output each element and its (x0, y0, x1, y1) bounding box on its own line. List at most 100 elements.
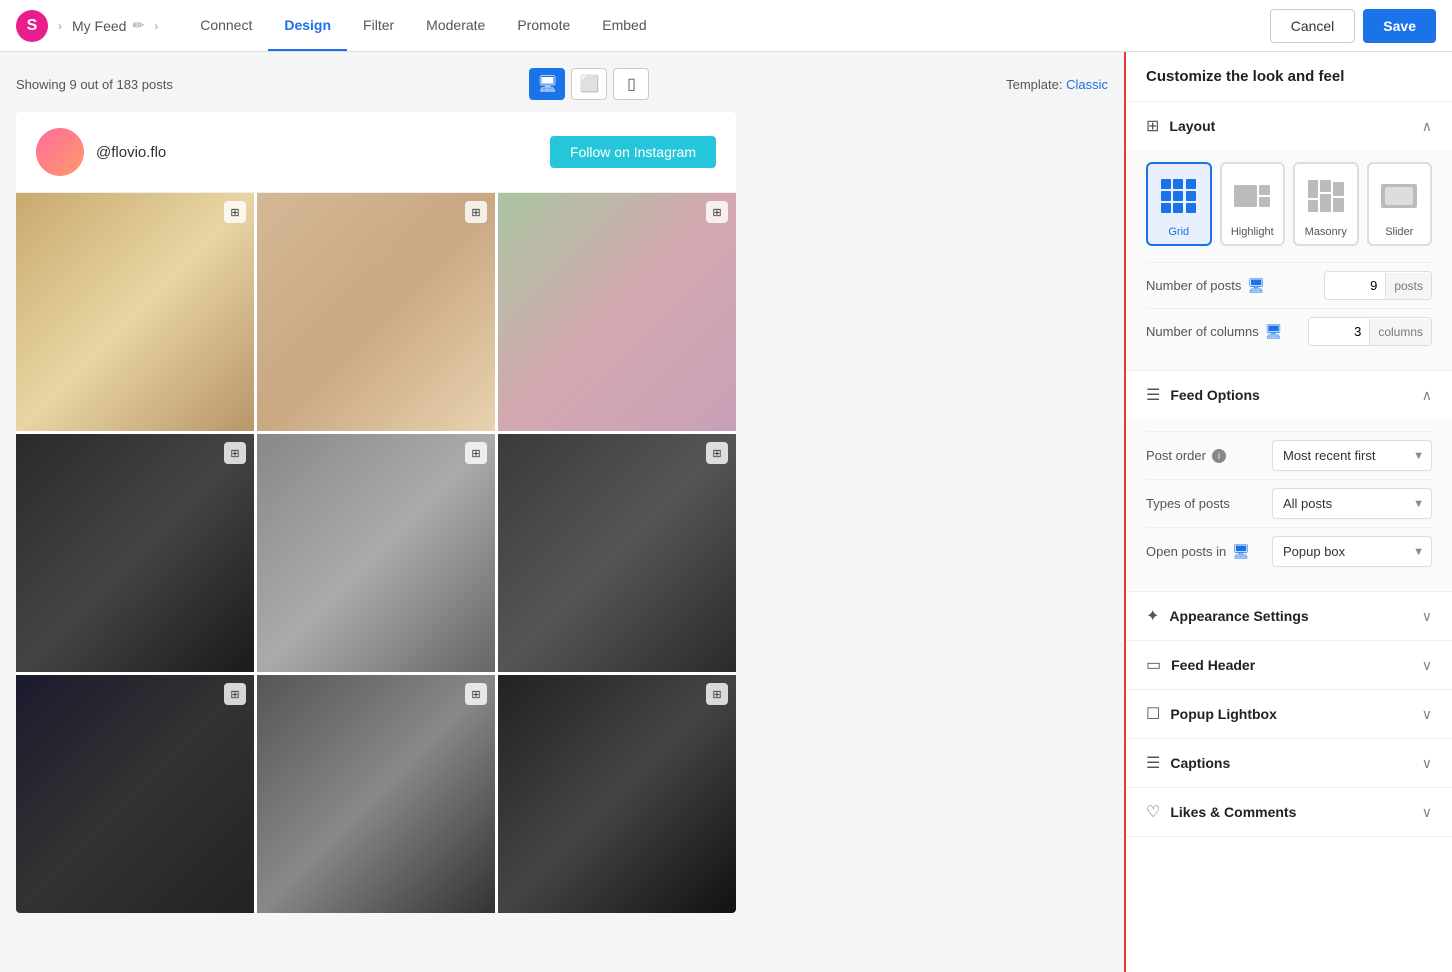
slider-layout-icon (1373, 172, 1427, 220)
layout-option-masonry[interactable]: Masonry (1293, 162, 1359, 246)
feed-name-label: My Feed (72, 18, 126, 34)
captions-section: ☰ Captions ∨ (1126, 739, 1452, 788)
types-of-posts-row: Types of posts All posts Photos only Vid… (1146, 479, 1432, 527)
tab-connect[interactable]: Connect (184, 1, 268, 51)
layout-content: Grid Highlight (1126, 150, 1452, 370)
feed-header-header[interactable]: ▭ Feed Header ∨ (1126, 641, 1452, 689)
feed-options-chevron-icon: ∧ (1422, 387, 1432, 404)
main-content: Showing 9 out of 183 posts 🖥 ⬜ ▯ Templat… (0, 52, 1452, 972)
tab-design[interactable]: Design (268, 1, 347, 51)
captions-icon: ☰ (1146, 753, 1160, 773)
post-icon-8: ⊞ (465, 683, 487, 705)
photo-1: ⊞ (16, 193, 254, 431)
layout-option-grid[interactable]: Grid (1146, 162, 1212, 246)
feed-header-chevron-icon: ∨ (1422, 657, 1432, 674)
captions-header-left: ☰ Captions (1146, 753, 1230, 773)
num-columns-suffix: columns (1369, 319, 1431, 345)
num-posts-suffix: posts (1385, 273, 1431, 299)
layout-header-left: ⊞ Layout (1146, 116, 1215, 136)
feed-header-section: ▭ Feed Header ∨ (1126, 641, 1452, 690)
photo-3: ⊞ (498, 193, 736, 431)
feed-username: @flovio.flo (96, 144, 166, 161)
num-posts-row: Number of posts 🖥 posts (1146, 262, 1432, 308)
layout-options: Grid Highlight (1146, 162, 1432, 246)
open-posts-select[interactable]: Popup box New tab Same tab (1272, 536, 1432, 567)
monitor-icon-columns: 🖥 (1265, 323, 1283, 340)
popup-header-left: ☐ Popup Lightbox (1146, 704, 1277, 724)
nav-tabs: Connect Design Filter Moderate Promote E… (184, 1, 662, 51)
breadcrumb-chevron-2: › (154, 19, 158, 33)
edit-icon[interactable]: ✏ (132, 17, 144, 34)
tab-filter[interactable]: Filter (347, 1, 410, 51)
open-posts-select-wrap: Popup box New tab Same tab ▼ (1272, 536, 1432, 567)
post-icon-7: ⊞ (224, 683, 246, 705)
highlight-label: Highlight (1226, 226, 1280, 238)
feed-preview: @flovio.flo Follow on Instagram ⊞ ⊞ ⊞ ⊞ (16, 112, 736, 913)
feed-options-section: ☰ Feed Options ∧ Post order i Most recen… (1126, 371, 1452, 592)
likes-chevron-icon: ∨ (1422, 804, 1432, 821)
tab-embed[interactable]: Embed (586, 1, 662, 51)
appearance-header[interactable]: ✦ Appearance Settings ∨ (1126, 592, 1452, 640)
num-posts-label: Number of posts 🖥 (1146, 277, 1324, 294)
cancel-button[interactable]: Cancel (1270, 9, 1356, 43)
appearance-chevron-icon: ∨ (1422, 608, 1432, 625)
photo-2: ⊞ (257, 193, 495, 431)
panel-title: Customize the look and feel (1126, 52, 1452, 102)
post-order-select[interactable]: Most recent first Random (1272, 440, 1432, 471)
appearance-icon: ✦ (1146, 606, 1159, 626)
follow-button[interactable]: Follow on Instagram (550, 136, 716, 168)
tab-moderate[interactable]: Moderate (410, 1, 501, 51)
likes-title: Likes & Comments (1170, 804, 1296, 820)
layout-title: Layout (1169, 118, 1215, 134)
types-select-wrap: All posts Photos only Videos only ▼ (1272, 488, 1432, 519)
popup-lightbox-header[interactable]: ☐ Popup Lightbox ∨ (1126, 690, 1452, 738)
captions-title: Captions (1170, 755, 1230, 771)
post-icon-2: ⊞ (465, 201, 487, 223)
feed-header-icon: ▭ (1146, 655, 1161, 675)
masonry-label: Masonry (1299, 226, 1353, 238)
num-columns-row: Number of columns 🖥 columns (1146, 308, 1432, 354)
device-tablet-button[interactable]: ⬜ (571, 68, 607, 100)
photo-5: ⊞ (257, 434, 495, 672)
device-mobile-button[interactable]: ▯ (613, 68, 649, 100)
layout-icon: ⊞ (1146, 116, 1159, 136)
num-posts-input-wrap: posts (1324, 271, 1432, 300)
post-icon-5: ⊞ (465, 442, 487, 464)
photo-9: ⊞ (498, 675, 736, 913)
photo-grid: ⊞ ⊞ ⊞ ⊞ ⊞ ⊞ ⊞ (16, 193, 736, 913)
feed-header-title: Feed Header (1171, 657, 1255, 673)
likes-icon: ♡ (1146, 802, 1160, 822)
device-buttons: 🖥 ⬜ ▯ (529, 68, 649, 100)
slider-label: Slider (1373, 226, 1427, 238)
types-of-posts-select[interactable]: All posts Photos only Videos only (1272, 488, 1432, 519)
device-desktop-button[interactable]: 🖥 (529, 68, 565, 100)
photo-8: ⊞ (257, 675, 495, 913)
feed-options-header[interactable]: ☰ Feed Options ∧ (1126, 371, 1452, 419)
feed-options-content: Post order i Most recent first Random ▼ … (1126, 419, 1452, 591)
num-columns-input[interactable] (1309, 318, 1369, 345)
likes-comments-header[interactable]: ♡ Likes & Comments ∨ (1126, 788, 1452, 836)
num-columns-input-wrap: columns (1308, 317, 1432, 346)
app-logo: S (16, 10, 48, 42)
preview-toolbar: Showing 9 out of 183 posts 🖥 ⬜ ▯ Templat… (16, 68, 1108, 100)
save-button[interactable]: Save (1363, 9, 1436, 43)
appearance-title: Appearance Settings (1169, 608, 1308, 624)
num-posts-input[interactable] (1325, 272, 1385, 299)
likes-comments-section: ♡ Likes & Comments ∨ (1126, 788, 1452, 837)
open-posts-label: Open posts in 🖥 (1146, 543, 1272, 560)
feed-options-header-left: ☰ Feed Options (1146, 385, 1260, 405)
settings-panel: Customize the look and feel ⊞ Layout ∧ (1124, 52, 1452, 972)
tab-promote[interactable]: Promote (501, 1, 586, 51)
layout-option-slider[interactable]: Slider (1367, 162, 1433, 246)
layout-section-header[interactable]: ⊞ Layout ∧ (1126, 102, 1452, 150)
template-label: Template: Classic (1006, 77, 1108, 92)
captions-header[interactable]: ☰ Captions ∨ (1126, 739, 1452, 787)
breadcrumb: My Feed ✏ (72, 17, 144, 34)
template-link[interactable]: Classic (1066, 77, 1108, 92)
post-icon-6: ⊞ (706, 442, 728, 464)
feed-options-icon: ☰ (1146, 385, 1160, 405)
photo-4: ⊞ (16, 434, 254, 672)
layout-option-highlight[interactable]: Highlight (1220, 162, 1286, 246)
feed-options-title: Feed Options (1170, 387, 1259, 403)
photo-7: ⊞ (16, 675, 254, 913)
